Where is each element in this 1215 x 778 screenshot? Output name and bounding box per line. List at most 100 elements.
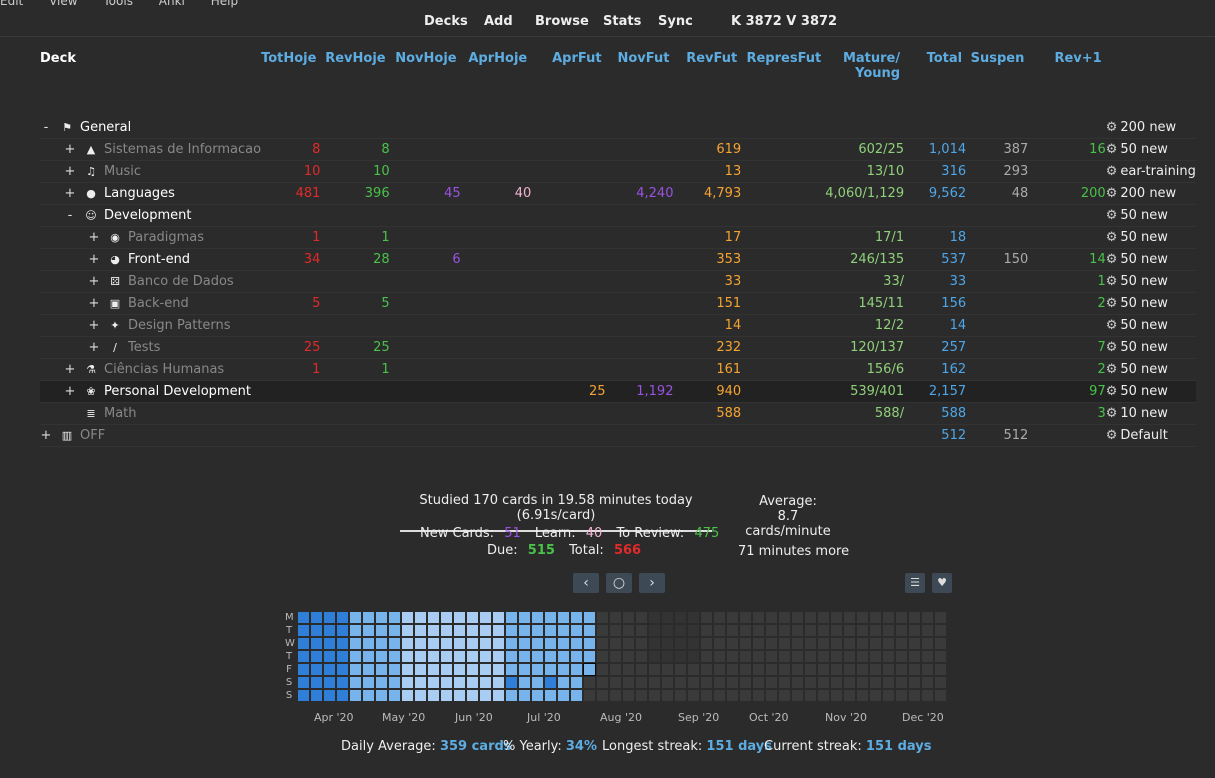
heatmap-day-cell[interactable]	[571, 638, 582, 649]
heatmap-day-cell[interactable]	[454, 664, 465, 675]
heatmap-day-cell[interactable]	[493, 638, 504, 649]
heatmap-day-cell[interactable]	[818, 638, 829, 649]
heatmap-day-cell[interactable]	[714, 690, 725, 701]
heatmap-day-cell[interactable]	[766, 651, 777, 662]
heatmap-day-cell[interactable]	[532, 664, 543, 675]
heatmap-day-cell[interactable]	[623, 677, 634, 688]
heatmap-day-cell[interactable]	[727, 612, 738, 623]
deck-row[interactable]: + ⚄ Banco de Dados 33 33/33 1 ⚙ 50 new	[40, 270, 1196, 293]
heatmap-day-cell[interactable]	[740, 625, 751, 636]
heatmap-day-cell[interactable]	[753, 638, 764, 649]
heatmap-day-cell[interactable]	[324, 625, 335, 636]
heatmap-day-cell[interactable]	[545, 612, 556, 623]
heatmap-day-cell[interactable]	[298, 677, 309, 688]
heatmap-day-cell[interactable]	[311, 690, 322, 701]
heatmap-day-cell[interactable]	[701, 677, 712, 688]
heatmap-day-cell[interactable]	[779, 690, 790, 701]
heatmap-day-cell[interactable]	[701, 690, 712, 701]
heatmap-day-cell[interactable]	[675, 625, 686, 636]
heatmap-day-cell[interactable]	[636, 625, 647, 636]
heatmap-day-cell[interactable]	[519, 651, 530, 662]
gear-icon[interactable]: ⚙	[1106, 208, 1118, 223]
heatmap-day-cell[interactable]	[480, 612, 491, 623]
heatmap-day-cell[interactable]	[363, 612, 374, 623]
heatmap-day-cell[interactable]	[558, 612, 569, 623]
heatmap-day-cell[interactable]	[831, 638, 842, 649]
heatmap-day-cell[interactable]	[454, 625, 465, 636]
heatmap-day-cell[interactable]	[350, 690, 361, 701]
heatmap-day-cell[interactable]	[441, 651, 452, 662]
heatmap-day-cell[interactable]	[870, 664, 881, 675]
heatmap-day-cell[interactable]	[545, 638, 556, 649]
heatmap-day-cell[interactable]	[766, 690, 777, 701]
heatmap-day-cell[interactable]	[935, 612, 946, 623]
heatmap-day-cell[interactable]	[792, 612, 803, 623]
heatmap-day-cell[interactable]	[714, 638, 725, 649]
heatmap-day-cell[interactable]	[662, 638, 673, 649]
heatmap-day-cell[interactable]	[376, 638, 387, 649]
heatmap-day-cell[interactable]	[298, 612, 309, 623]
deck-row[interactable]: + ♫ Music 10 10 13 13/10 316 293 ⚙ ear-training	[40, 160, 1196, 183]
deck-options[interactable]: ⚙ Default	[1105, 424, 1196, 447]
next-year-button[interactable]: ›	[639, 573, 665, 593]
stats-link[interactable]: Stats	[603, 14, 641, 29]
heatmap-day-cell[interactable]	[363, 690, 374, 701]
heatmap-day-cell[interactable]	[857, 625, 868, 636]
heatmap-day-cell[interactable]	[532, 625, 543, 636]
heatmap-day-cell[interactable]	[870, 612, 881, 623]
heatmap-day-cell[interactable]	[844, 612, 855, 623]
heatmap-day-cell[interactable]	[337, 651, 348, 662]
heatmap-day-cell[interactable]	[766, 664, 777, 675]
heatmap-day-cell[interactable]	[597, 651, 608, 662]
deck-options[interactable]: ⚙ 200 new	[1105, 182, 1196, 205]
heatmap-day-cell[interactable]	[727, 651, 738, 662]
deck-row[interactable]: + ⚗ Ciências Humanas 1 1 161 156/6 162 2 ⚙ 50 new	[40, 358, 1196, 381]
heatmap-day-cell[interactable]	[324, 664, 335, 675]
heatmap-day-cell[interactable]	[402, 677, 413, 688]
heatmap-day-cell[interactable]	[649, 612, 660, 623]
heatmap-day-cell[interactable]	[935, 625, 946, 636]
deck-row[interactable]: + ✦ Design Patterns 14 12/2 14 ⚙ 50 new	[40, 314, 1196, 337]
heatmap-day-cell[interactable]	[688, 638, 699, 649]
heatmap-day-cell[interactable]	[519, 664, 530, 675]
heatmap-day-cell[interactable]	[493, 677, 504, 688]
heatmap-day-cell[interactable]	[480, 664, 491, 675]
heatmap-day-cell[interactable]	[805, 651, 816, 662]
heatmap-day-cell[interactable]	[870, 677, 881, 688]
heatmap-day-cell[interactable]	[701, 638, 712, 649]
deck-name[interactable]: Paradigmas	[128, 230, 204, 245]
gear-icon[interactable]: ⚙	[1106, 340, 1118, 355]
heatmap-day-cell[interactable]	[922, 612, 933, 623]
heatmap-day-cell[interactable]	[519, 625, 530, 636]
gear-icon[interactable]: ⚙	[1106, 274, 1118, 289]
heatmap-day-cell[interactable]	[844, 651, 855, 662]
heatmap-day-cell[interactable]	[363, 638, 374, 649]
heatmap-day-cell[interactable]	[298, 651, 309, 662]
heatmap-day-cell[interactable]	[363, 664, 374, 675]
heatmap-day-cell[interactable]	[454, 690, 465, 701]
heatmap-day-cell[interactable]	[714, 625, 725, 636]
heatmap-day-cell[interactable]	[909, 625, 920, 636]
heatmap-day-cell[interactable]	[545, 690, 556, 701]
deck-options[interactable]: ⚙ ear-training	[1105, 160, 1196, 183]
heatmap-day-cell[interactable]	[649, 677, 660, 688]
heatmap-day-cell[interactable]	[675, 690, 686, 701]
heatmap-day-cell[interactable]	[766, 638, 777, 649]
prev-year-button[interactable]: ‹	[573, 573, 599, 593]
deck-options[interactable]: ⚙ 10 new	[1105, 402, 1196, 425]
deck-options[interactable]: ⚙ 50 new	[1105, 226, 1196, 249]
heatmap-day-cell[interactable]	[311, 612, 322, 623]
heatmap-day-cell[interactable]	[831, 612, 842, 623]
heatmap-day-cell[interactable]	[896, 677, 907, 688]
heatmap-day-cell[interactable]	[480, 677, 491, 688]
heatmap-day-cell[interactable]	[493, 625, 504, 636]
heatmap-day-cell[interactable]	[454, 612, 465, 623]
heatmap-day-cell[interactable]	[532, 690, 543, 701]
heatmap-day-cell[interactable]	[714, 664, 725, 675]
heatmap-day-cell[interactable]	[935, 677, 946, 688]
menu-anki[interactable]: Anki	[159, 0, 185, 8]
heatmap-day-cell[interactable]	[441, 638, 452, 649]
heatmap-day-cell[interactable]	[740, 612, 751, 623]
heatmap-day-cell[interactable]	[571, 612, 582, 623]
heatmap-day-cell[interactable]	[350, 625, 361, 636]
